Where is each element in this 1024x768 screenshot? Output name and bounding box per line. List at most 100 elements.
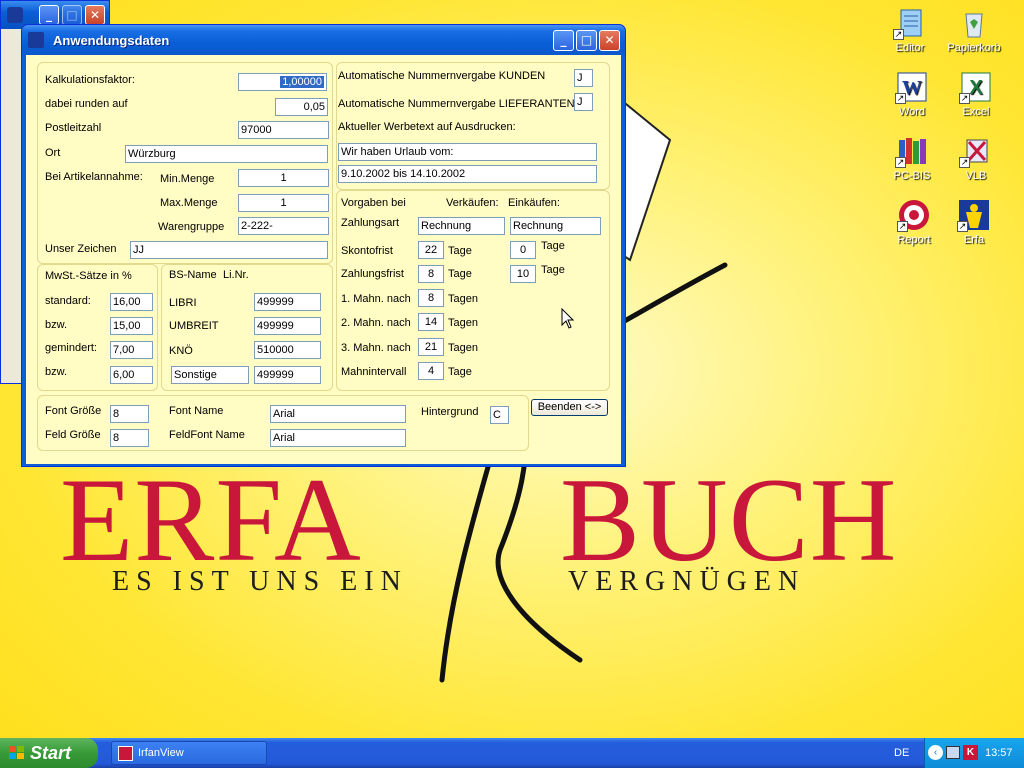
system-tray: ‹ K 13:57 (924, 738, 1024, 768)
hintergrund-field[interactable]: C (490, 406, 509, 424)
runden-label: dabei runden auf (45, 98, 128, 110)
feld-groesse-field[interactable]: 8 (110, 429, 149, 447)
skontofrist-verkauf-field[interactable]: 22 (418, 241, 444, 259)
postleitzahl-field[interactable]: 97000 (238, 121, 329, 139)
maximize-button[interactable]: □ (576, 30, 597, 51)
pc-bis-icon: ↗ (895, 134, 929, 168)
mahnintervall-field[interactable]: 4 (418, 362, 444, 380)
bs-sonstige-nr-field[interactable]: 499999 (254, 366, 321, 384)
desktop-icon-excel[interactable]: X ↗ Excel (944, 70, 1008, 118)
nummernvergabe-lieferanten-field[interactable]: J (574, 93, 593, 111)
bs-linr-header: Li.Nr. (223, 269, 249, 281)
word-icon: W ↗ (895, 70, 929, 104)
werbetext-line1-field[interactable]: Wir haben Urlaub vom: (338, 143, 597, 161)
window-titlebar[interactable]: Anwendungsdaten _ □ ✕ (22, 25, 625, 55)
desktop-icon-label: Erfa (963, 234, 985, 246)
report-target-icon: ↗ (897, 198, 931, 232)
maximize-button[interactable]: □ (62, 5, 82, 25)
minimize-button[interactable]: _ (553, 30, 574, 51)
desktop-icon-label: PC-BIS (893, 170, 931, 182)
bs-umbreit-nr-field[interactable]: 499999 (254, 317, 321, 335)
desktop-icon-vlb[interactable]: ↗ VLB (944, 134, 1008, 182)
bs-row-name: UMBREIT (169, 320, 219, 332)
ort-label: Ort (45, 147, 61, 159)
skontofrist-label: Skontofrist (341, 245, 393, 257)
desktop-icon-label: Word (898, 106, 926, 118)
unser-zeichen-field[interactable]: JJ (130, 241, 328, 259)
shortcut-arrow-icon: ↗ (959, 157, 970, 168)
skontofrist-einkauf-field[interactable]: 0 (510, 241, 536, 259)
shortcut-arrow-icon: ↗ (959, 93, 970, 104)
font-name-label: Font Name (169, 405, 224, 417)
anwendungsdaten-window[interactable]: Anwendungsdaten _ □ ✕ Kalkulationsfaktor… (21, 24, 626, 467)
mwst-gemindert-field[interactable]: 7,00 (110, 341, 153, 359)
warengruppe-field[interactable]: 2-222- (238, 217, 329, 235)
shortcut-arrow-icon: ↗ (895, 93, 906, 104)
language-indicator[interactable]: DE (894, 747, 909, 759)
desktop-icon-label: Papierkorb (947, 42, 1001, 54)
network-icon[interactable] (946, 746, 960, 759)
mwst-bzw-field[interactable]: 15,00 (110, 317, 153, 335)
font-name-field[interactable]: Arial (270, 405, 406, 423)
start-button[interactable]: Start (0, 738, 98, 768)
taskbar-item-label: IrfanView (138, 747, 184, 759)
desktop-icon-word[interactable]: W ↗ Word (880, 70, 944, 118)
tray-expand-icon[interactable]: ‹ (928, 745, 943, 760)
mwst-bzw2-field[interactable]: 6,00 (110, 366, 153, 384)
desktop-icon-erfa[interactable]: ↗ Erfa (942, 198, 1006, 246)
close-button[interactable]: ✕ (85, 5, 105, 25)
desktop-icon-pc-bis[interactable]: ↗ PC-BIS (880, 134, 944, 182)
zahlungsfrist-label: Zahlungsfrist (341, 268, 404, 280)
zahlungsfrist-verkauf-field[interactable]: 8 (418, 265, 444, 283)
zahlungsfrist-einkauf-field[interactable]: 10 (510, 265, 536, 283)
desktop-icon-papierkorb[interactable]: Papierkorb (942, 6, 1006, 54)
feld-groesse-label: Feld Größe (45, 429, 101, 441)
warengruppe-label: Warengruppe (158, 221, 225, 233)
bs-libri-nr-field[interactable]: 499999 (254, 293, 321, 311)
desktop-icon-editor[interactable]: ↗ Editor (878, 6, 942, 54)
close-button[interactable]: ✕ (599, 30, 620, 51)
antivirus-icon[interactable]: K (963, 745, 978, 760)
brand-erfa: ERFA (60, 453, 362, 586)
taskbar-item-irfanview[interactable]: IrfanView (111, 741, 267, 765)
ort-field[interactable]: Würzburg (125, 145, 328, 163)
bs-kno-nr-field[interactable]: 510000 (254, 341, 321, 359)
bs-row-name: KNÖ (169, 345, 193, 357)
minimize-button[interactable]: _ (39, 5, 59, 25)
font-groesse-field[interactable]: 8 (110, 405, 149, 423)
bs-sonstige-name-field[interactable]: Sonstige (171, 366, 249, 384)
nummernvergabe-kunden-field[interactable]: J (574, 69, 593, 87)
feldfont-name-field[interactable]: Arial (270, 429, 406, 447)
tage-unit: Tage (541, 240, 565, 252)
notepad-icon: ↗ (893, 6, 927, 40)
shortcut-arrow-icon: ↗ (895, 157, 906, 168)
desktop-icon-label: Excel (962, 106, 990, 118)
max-menge-field[interactable]: 1 (238, 194, 329, 212)
windows-logo-icon (9, 746, 25, 760)
font-groesse-label: Font Größe (45, 405, 102, 417)
max-menge-label: Max.Menge (160, 197, 218, 209)
min-menge-field[interactable]: 1 (238, 169, 329, 187)
zahlungsart-label: Zahlungsart (341, 217, 400, 229)
shortcut-arrow-icon: ↗ (893, 29, 904, 40)
kalkulationsfaktor-field[interactable]: 1,00000 (238, 73, 327, 91)
werbetext-line2-field[interactable]: 9.10.2002 bis 14.10.2002 (338, 165, 597, 183)
mwst-standard-field[interactable]: 16,00 (110, 293, 153, 311)
tage-unit: Tage (448, 366, 472, 378)
kalkulationsfaktor-value: 1,00000 (280, 76, 324, 88)
clock[interactable]: 13:57 (985, 747, 1013, 759)
brand-slogan-left: ES IST UNS EIN (112, 566, 408, 597)
runden-field[interactable]: 0,05 (275, 98, 328, 116)
mwst-bzw-label: bzw. (45, 319, 68, 331)
mahnung1-field[interactable]: 8 (418, 289, 444, 307)
mahnung2-field[interactable]: 14 (418, 313, 444, 331)
mwst-title: MwSt.-Sätze in % (45, 270, 132, 282)
desktop-icon-report[interactable]: ↗ Report (882, 198, 946, 246)
tagen-unit: Tagen (448, 293, 478, 305)
beenden-button[interactable]: Beenden <-> (531, 399, 608, 416)
mahnung3-field[interactable]: 21 (418, 338, 444, 356)
artikelannahme-label: Bei Artikelannahme: (45, 171, 143, 183)
zahlungsart-einkauf-field[interactable]: Rechnung (510, 217, 601, 235)
zahlungsart-verkauf-field[interactable]: Rechnung (418, 217, 505, 235)
mahnintervall-label: Mahnintervall (341, 366, 407, 378)
